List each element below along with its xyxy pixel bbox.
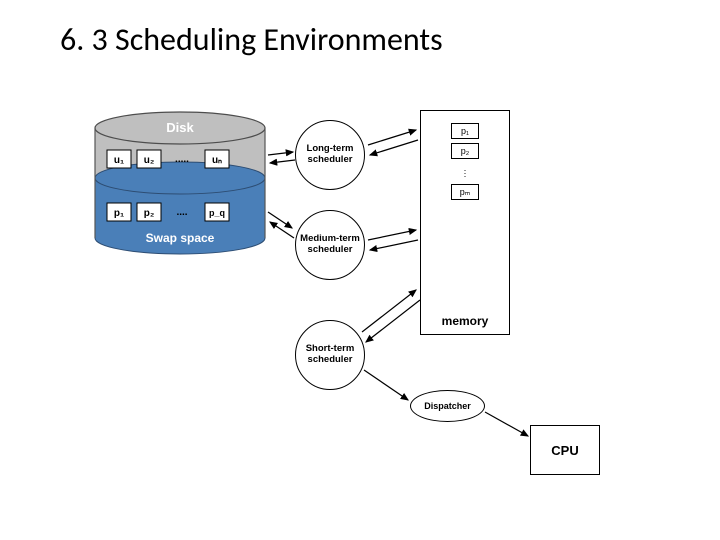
memory-slot: p₂ [451, 143, 479, 159]
svg-text:u₂: u₂ [144, 155, 155, 166]
memory-slot: p₁ [451, 123, 479, 139]
svg-text:uₙ: uₙ [212, 155, 222, 166]
page-title: 6. 3 Scheduling Environments [60, 20, 443, 59]
svg-text:p_q: p_q [209, 208, 225, 218]
disk-label: Disk [166, 120, 194, 135]
dispatcher-oval: Dispatcher [410, 390, 485, 422]
disk-cylinder: Disk u₁ u₂ ..... uₙ p₁ p₂ .... p_q [90, 110, 270, 265]
svg-text:p₁: p₁ [114, 208, 124, 219]
memory-slot: pₘ [451, 184, 479, 200]
swap-label: Swap space [146, 231, 215, 245]
medium-term-scheduler: Medium-term scheduler [295, 210, 365, 280]
svg-text:u₁: u₁ [114, 155, 124, 166]
long-term-scheduler: Long-term scheduler [295, 120, 365, 190]
memory-label: memory [421, 314, 509, 328]
scheduling-diagram: Disk u₁ u₂ ..... uₙ p₁ p₂ .... p_q [90, 110, 630, 510]
memory-ellipsis: ... [421, 167, 509, 176]
svg-text:.....: ..... [175, 154, 189, 165]
short-term-scheduler: Short-term scheduler [295, 320, 365, 390]
memory-box: p₁ p₂ ... pₘ memory [420, 110, 510, 335]
svg-text:....: .... [176, 207, 187, 218]
svg-text:p₂: p₂ [144, 208, 155, 219]
cpu-box: CPU [530, 425, 600, 475]
